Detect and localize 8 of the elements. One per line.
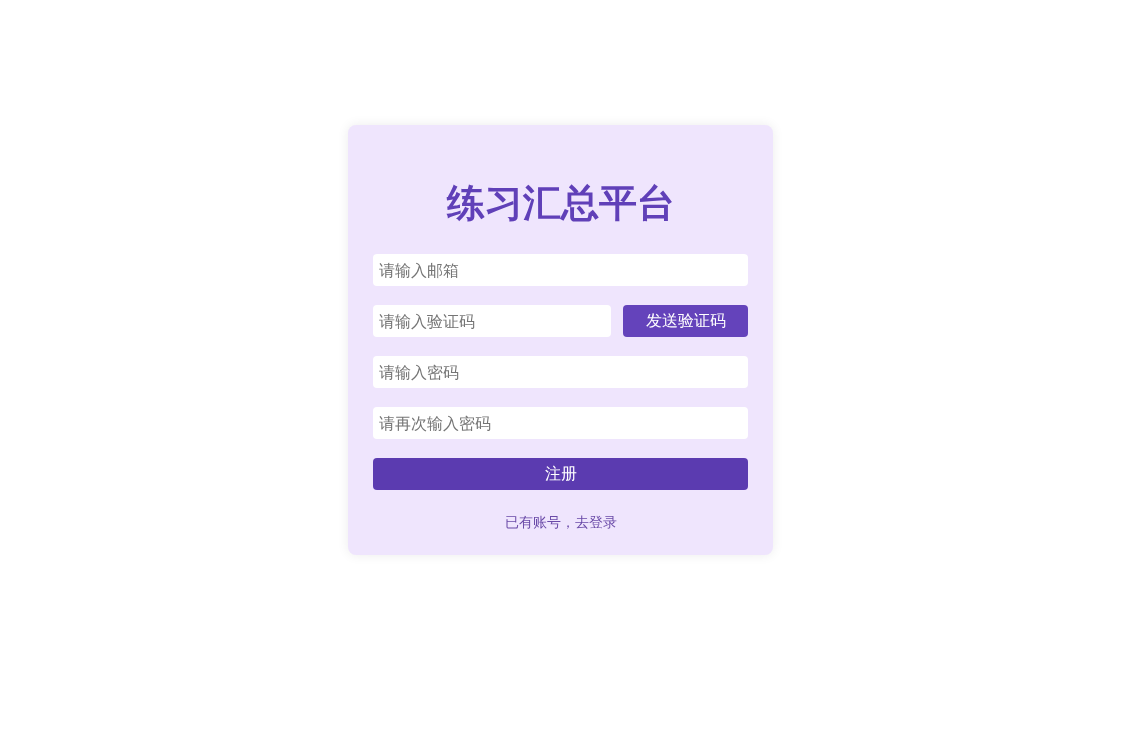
send-code-button[interactable]: 发送验证码 (623, 305, 748, 337)
input-field[interactable]: 请输入密码 (373, 356, 748, 388)
register-button[interactable]: 注册 (373, 458, 748, 490)
login-link[interactable]: 已有账号，去登录 (504, 512, 617, 533)
input-field[interactable]: 请再次输入密码 (373, 407, 748, 439)
platform-title: 练习汇总平台 (445, 180, 676, 227)
input-field[interactable]: 请输入邮箱 (373, 254, 748, 286)
input-field[interactable]: 请输入验证码 (373, 305, 611, 337)
